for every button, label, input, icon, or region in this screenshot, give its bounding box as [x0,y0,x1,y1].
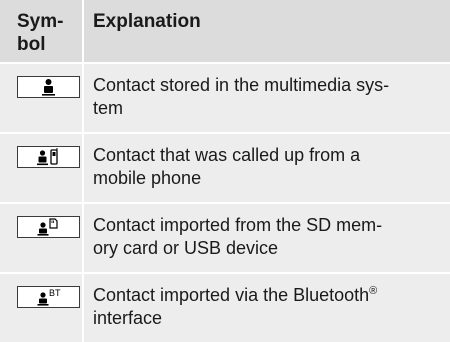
table-header: Sym- bol Explanation [0,0,450,62]
column-divider [82,0,84,342]
row-text-line2: ory card or USB device [93,238,279,258]
table-row: Contact stored in the multimedia sys- te… [0,64,450,132]
table-row: BT Contact imported via the Bluetooth® i… [0,274,450,342]
header-symbol: Sym- bol [17,10,63,56]
registered-mark: ® [369,285,378,297]
symbol-explanation-table: Sym- bol Explanation Contact stored in t… [0,0,450,342]
row-description: Contact that was called up from a mobile… [93,144,433,190]
row-text-line1-main: Contact imported via the Bluetooth [93,285,370,305]
row-text-line1: Contact that was called up from a [93,145,361,165]
contact-mobile-phone-icon [17,146,80,168]
contact-sd-card-icon [17,216,80,238]
row-text-line1: Contact imported via the Bluetooth® [93,284,433,307]
row-description: Contact stored in the multimedia sys- te… [93,74,433,120]
header-explanation: Explanation [93,11,201,32]
table-row: Contact that was called up from a mobile… [0,134,450,202]
row-text-line2: interface [93,308,163,328]
row-text-line2: mobile phone [93,168,202,188]
row-text-line1: Contact stored in the multimedia sys- [93,75,390,95]
table-row: Contact imported from the SD mem- ory ca… [0,204,450,272]
header-symbol-line1: Sym- [17,11,64,32]
header-symbol-line2: bol [17,34,46,55]
contact-person-icon [17,76,80,98]
contact-bluetooth-icon: BT [17,286,80,308]
row-text-line1: Contact imported from the SD mem- [93,215,383,235]
row-description: Contact imported via the Bluetooth® inte… [93,284,433,330]
row-text-line2: tem [93,98,124,118]
bluetooth-icon-text: BT [49,288,61,298]
row-description: Contact imported from the SD mem- ory ca… [93,214,433,260]
